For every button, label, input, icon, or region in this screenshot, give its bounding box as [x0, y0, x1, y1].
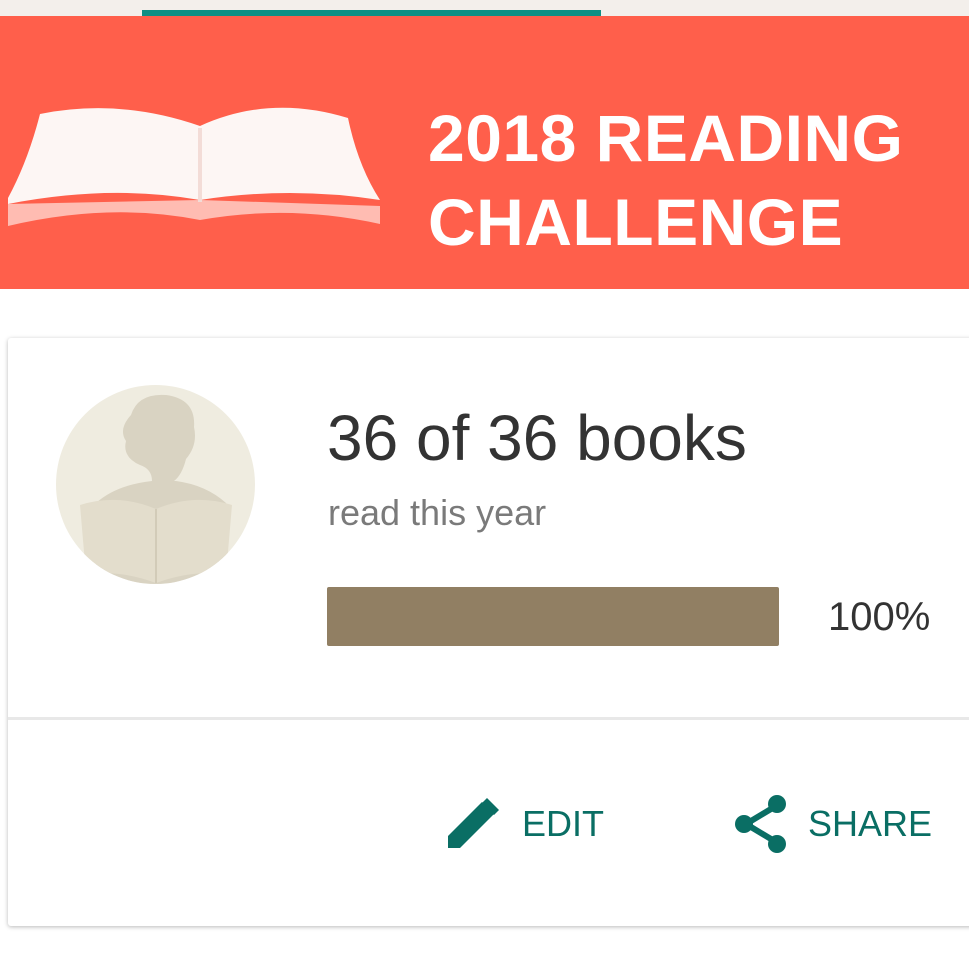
- challenge-banner: 2018 READING CHALLENGE: [0, 16, 969, 289]
- share-button[interactable]: SHARE: [732, 794, 932, 854]
- progress-percent: 100%: [828, 595, 931, 639]
- books-read-count: 36 of 36 books: [327, 402, 747, 474]
- books-read-subtitle: read this year: [328, 492, 547, 533]
- open-book-icon: [8, 107, 380, 226]
- edit-button-label: EDIT: [522, 803, 605, 844]
- edit-button[interactable]: EDIT: [444, 796, 604, 852]
- card-divider: [8, 717, 969, 720]
- pencil-icon: [448, 798, 499, 848]
- challenge-progress-fill: [327, 587, 779, 646]
- challenge-title: 2018 READING CHALLENGE: [428, 101, 904, 259]
- share-button-label: SHARE: [808, 803, 933, 844]
- share-icon: [735, 795, 786, 853]
- reader-silhouette-icon: [56, 385, 255, 584]
- reading-challenge-screen: 2018 READING CHALLENGE 36 of 36 books re…: [0, 0, 969, 969]
- challenge-progress-bar: [327, 587, 779, 646]
